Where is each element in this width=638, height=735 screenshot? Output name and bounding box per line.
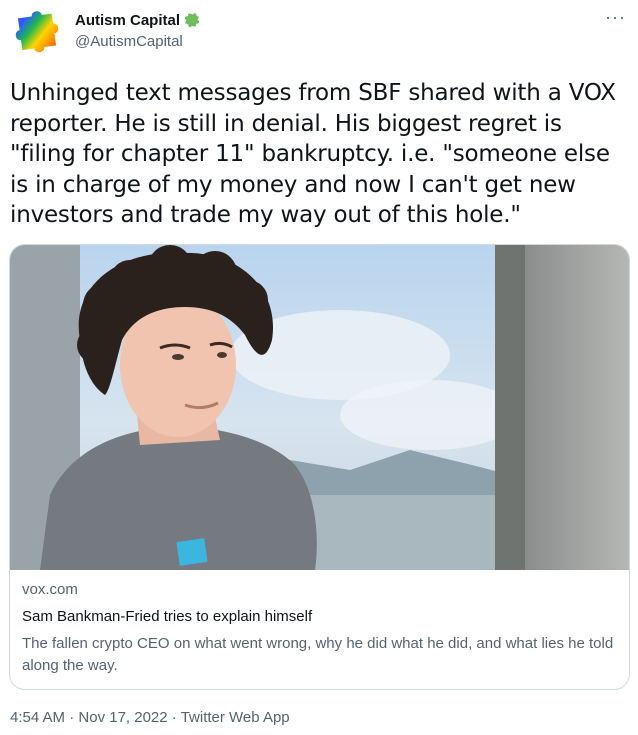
author-name-row: Autism Capital xyxy=(75,10,201,30)
tweet-text: Unhinged text messages from SBF shared w… xyxy=(10,80,616,228)
author-info: Autism Capital @AutismCapital xyxy=(75,10,201,50)
card-title: Sam Bankman-Fried tries to explain himse… xyxy=(22,608,313,625)
card-domain: vox.com xyxy=(22,581,78,598)
author-display-name[interactable]: Autism Capital xyxy=(75,12,180,29)
tweet: Autism Capital @AutismCapital ··· Unhing… xyxy=(0,0,638,735)
more-options-icon[interactable]: ··· xyxy=(605,7,626,28)
separator: · xyxy=(167,709,181,726)
tweet-metadata: 4:54 AM · Nov 17, 2022 · Twitter Web App xyxy=(10,709,290,726)
author-handle[interactable]: @AutismCapital xyxy=(75,33,201,50)
link-card[interactable]: vox.com Sam Bankman-Fried tries to expla… xyxy=(9,244,630,690)
tweet-source[interactable]: Twitter Web App xyxy=(181,709,290,726)
separator: · xyxy=(65,709,79,726)
card-description: The fallen crypto CEO on what went wrong… xyxy=(22,635,614,674)
card-meta: vox.com Sam Bankman-Fried tries to expla… xyxy=(22,581,617,677)
green-puzzle-piece-icon xyxy=(184,13,200,28)
author-avatar[interactable] xyxy=(10,8,62,56)
tweet-time[interactable]: 4:54 AM xyxy=(10,709,65,726)
card-image xyxy=(10,245,629,570)
tweet-date[interactable]: Nov 17, 2022 xyxy=(78,709,167,726)
rainbow-puzzle-piece-icon xyxy=(15,11,59,53)
